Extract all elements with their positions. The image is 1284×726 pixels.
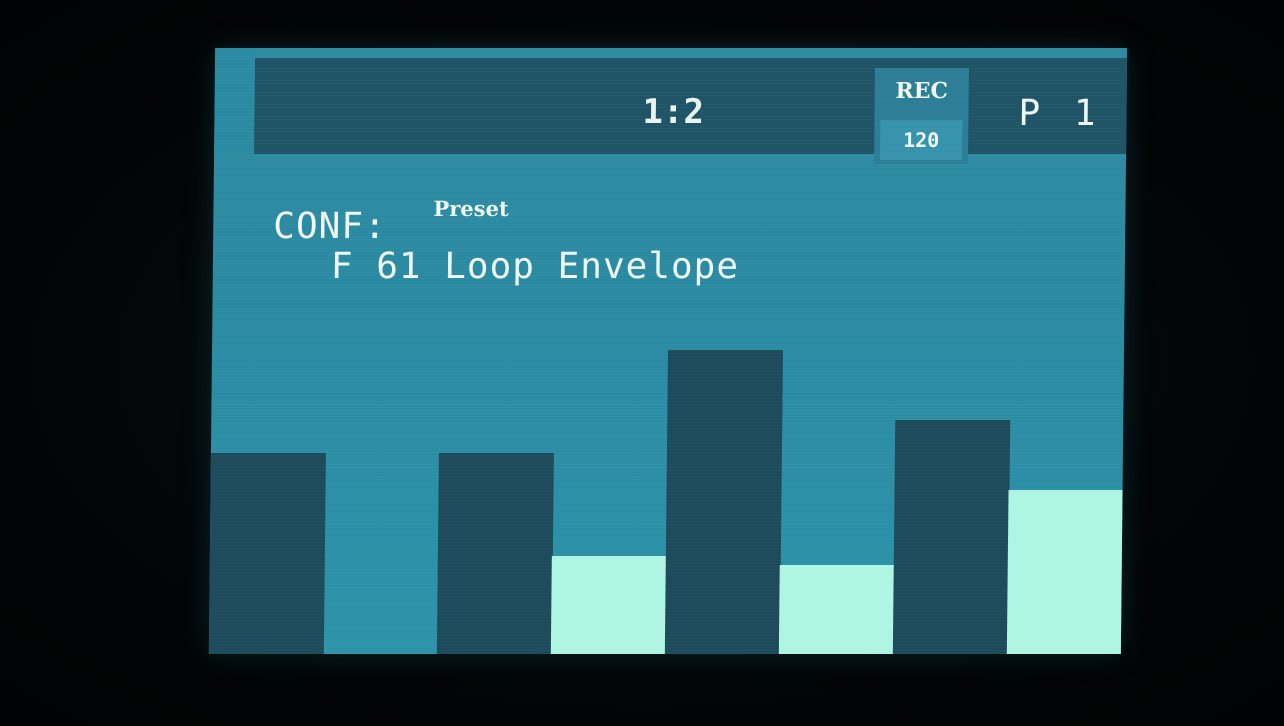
step-bar-7[interactable] xyxy=(892,420,1011,654)
step-bar-5[interactable] xyxy=(664,350,784,654)
lcd-screen: 1:2 REC 120 P 1 CONF: Preset F 61 Loop E… xyxy=(208,48,1128,654)
step-bar-6[interactable] xyxy=(778,565,895,654)
step-bars xyxy=(208,48,1127,654)
step-bar-8[interactable] xyxy=(1006,490,1124,654)
step-bar-3[interactable] xyxy=(436,453,554,654)
step-bar-4[interactable] xyxy=(550,556,667,654)
step-bar-1[interactable] xyxy=(208,453,326,654)
